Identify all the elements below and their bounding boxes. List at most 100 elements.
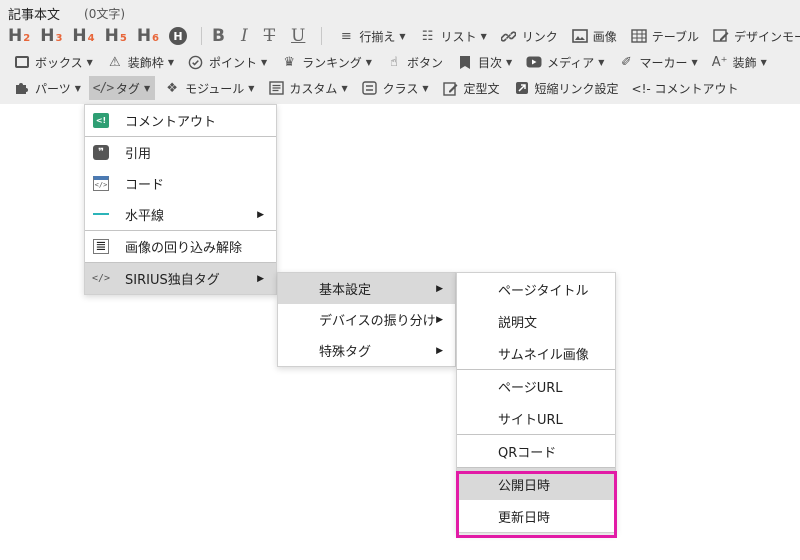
heading-h6-button[interactable]: H6 <box>137 26 159 46</box>
toolbar-divider <box>321 27 323 45</box>
caret-down-icon: ▼ <box>260 57 268 67</box>
menu-item-code[interactable]: </> コード <box>85 168 276 199</box>
menu-item-sirius-tags[interactable]: </> SIRIUS独自タグ ▶ <box>85 263 276 294</box>
code-block-icon: </> <box>93 176 109 191</box>
menu-item-clear-float[interactable]: ≣ 画像の回り込み解除 <box>85 231 276 262</box>
warning-icon: ⚠ <box>108 54 121 70</box>
basic-settings-submenu: ページタイトル 説明文 サムネイル画像 ページURL サイトURL QRコード … <box>456 272 616 533</box>
tag-dropdown-menu: <! コメントアウト ❞ 引用 </> コード 水平線 ▶ ≣ 画像の回り込み解… <box>84 104 277 295</box>
comment-out-button[interactable]: <!- コメントアウト <box>627 76 744 100</box>
custom-icon <box>267 80 285 96</box>
menu-item-page-url[interactable]: ページURL <box>457 370 615 402</box>
caret-down-icon: ▼ <box>598 57 605 67</box>
class-button[interactable]: クラス ▼ <box>356 76 434 100</box>
submenu-arrow-icon: ▶ <box>257 209 264 220</box>
editor-toolbar: 記事本文 (0文字) H2 H3 H4 H5 H6 H B I T U ≡ 行揃え… <box>0 0 800 104</box>
caret-down-icon: ▼ <box>248 83 255 93</box>
link-button[interactable]: リンク <box>495 24 563 48</box>
heading-h4-button[interactable]: H4 <box>72 26 94 46</box>
shortlink-icon <box>513 80 531 96</box>
list-icon: ☷ <box>421 28 434 44</box>
menu-item-updated-date[interactable]: 更新日時 <box>457 500 615 532</box>
heading-h3-button[interactable]: H3 <box>40 26 62 46</box>
submenu-arrow-icon: ▶ <box>436 283 443 294</box>
custom-button[interactable]: カスタム ▼ <box>262 76 352 100</box>
caret-down-icon: ▼ <box>760 57 767 67</box>
submenu-arrow-icon: ▶ <box>436 345 443 356</box>
caret-down-icon: ▼ <box>505 57 513 67</box>
submenu-arrow-icon: ▶ <box>436 314 443 325</box>
menu-item-device-split[interactable]: デバイスの振り分け ▶ <box>278 304 455 335</box>
menu-item-qr-code[interactable]: QRコード <box>457 435 615 467</box>
parts-button[interactable]: パーツ ▼ <box>8 76 86 100</box>
sirius-tag-icon: </> <box>91 273 111 284</box>
horizontal-line-icon <box>93 213 109 215</box>
menu-item-description[interactable]: 説明文 <box>457 305 615 337</box>
ranking-button[interactable]: ♛ ランキング ▼ <box>275 50 377 74</box>
menu-item-site-url[interactable]: サイトURL <box>457 402 615 434</box>
youtube-icon <box>525 54 543 70</box>
heading-h2-button[interactable]: H2 <box>8 26 30 46</box>
heading-custom-icon[interactable]: H <box>169 27 188 45</box>
caret-down-icon: ▼ <box>341 83 348 93</box>
menu-item-published-date[interactable]: 公開日時 <box>457 468 615 500</box>
toc-button[interactable]: 目次 ▼ <box>451 50 517 74</box>
clear-float-icon: ≣ <box>93 239 109 254</box>
marker-button[interactable]: ✐ マーカー ▼ <box>612 50 702 74</box>
table-button[interactable]: テーブル <box>625 24 704 48</box>
decoration-frame-button[interactable]: ⚠ 装飾枠 ▼ <box>101 50 179 74</box>
pointer-icon: ☝ <box>389 54 398 70</box>
module-button[interactable]: ❖ モジュール ▼ <box>158 76 259 100</box>
marker-icon: ✐ <box>621 54 632 70</box>
caret-down-icon: ▼ <box>167 57 174 67</box>
list-button[interactable]: ☷ リスト ▼ <box>414 24 492 48</box>
design-mode-button[interactable]: デザインモード <box>707 24 800 48</box>
text-plus-icon: A⁺ <box>711 54 728 70</box>
box-icon <box>13 54 31 70</box>
underline-button[interactable]: U <box>291 26 305 46</box>
align-left-icon: ≡ <box>340 28 352 44</box>
template-text-button[interactable]: 定型文 <box>437 76 505 100</box>
align-button[interactable]: ≡ 行揃え ▼ <box>332 24 410 48</box>
caret-down-icon: ▼ <box>86 57 93 67</box>
toolbar-row-1: H2 H3 H4 H5 H6 H B I T U ≡ 行揃え ▼ ☷ リスト ▼ リンク… <box>8 23 800 49</box>
media-button[interactable]: メディア ▼ <box>520 50 609 74</box>
tag-button[interactable]: </> タグ ▼ <box>88 76 156 100</box>
caret-down-icon: ▼ <box>74 83 81 93</box>
menu-item-special-tags[interactable]: 特殊タグ ▶ <box>278 335 455 366</box>
point-button[interactable]: ポイント ▼ <box>182 50 272 74</box>
code-icon: </> <box>92 80 114 96</box>
menu-item-quote[interactable]: ❞ 引用 <box>85 137 276 168</box>
char-count: (0文字) <box>84 6 126 21</box>
short-link-button[interactable]: 短縮リンク設定 <box>508 76 624 100</box>
puzzle-icon <box>13 80 31 96</box>
caret-down-icon: ▼ <box>365 57 372 67</box>
crown-icon: ♛ <box>283 54 295 70</box>
strikethrough-button[interactable]: T <box>264 26 275 46</box>
menu-item-thumbnail[interactable]: サムネイル画像 <box>457 337 615 369</box>
button-insert-button[interactable]: ☝ ボタン <box>380 50 448 74</box>
module-icon: ❖ <box>166 80 178 96</box>
image-button[interactable]: 画像 <box>566 24 622 48</box>
bold-button[interactable]: B <box>212 26 225 46</box>
submenu-arrow-icon: ▶ <box>257 273 264 284</box>
css-icon <box>361 80 379 96</box>
design-mode-icon <box>712 28 730 44</box>
box-button[interactable]: ボックス ▼ <box>8 50 98 74</box>
image-icon <box>571 28 589 44</box>
toolbar-row-2: ボックス ▼ ⚠ 装飾枠 ▼ ポイント ▼ ♛ ランキング ▼ ☝ ボタン 目次 ▼ メディア ▼… <box>8 49 775 75</box>
italic-button[interactable]: I <box>241 26 248 46</box>
caret-down-icon: ▼ <box>691 57 698 67</box>
toolbar-divider <box>201 27 203 45</box>
menu-item-page-title[interactable]: ページタイトル <box>457 273 615 305</box>
text-decoration-button[interactable]: A⁺ 装飾 ▼ <box>706 50 772 74</box>
heading-h5-button[interactable]: H5 <box>105 26 127 46</box>
link-icon <box>500 28 518 44</box>
menu-item-comment-out[interactable]: <! コメントアウト <box>85 105 276 136</box>
quote-icon: ❞ <box>93 145 109 160</box>
bookmark-icon <box>456 54 474 70</box>
menu-item-horizontal-line[interactable]: 水平線 ▶ <box>85 199 276 230</box>
caret-down-icon: ▼ <box>399 31 406 41</box>
edit-icon <box>442 80 460 96</box>
menu-item-basic-settings[interactable]: 基本設定 ▶ <box>278 273 455 304</box>
